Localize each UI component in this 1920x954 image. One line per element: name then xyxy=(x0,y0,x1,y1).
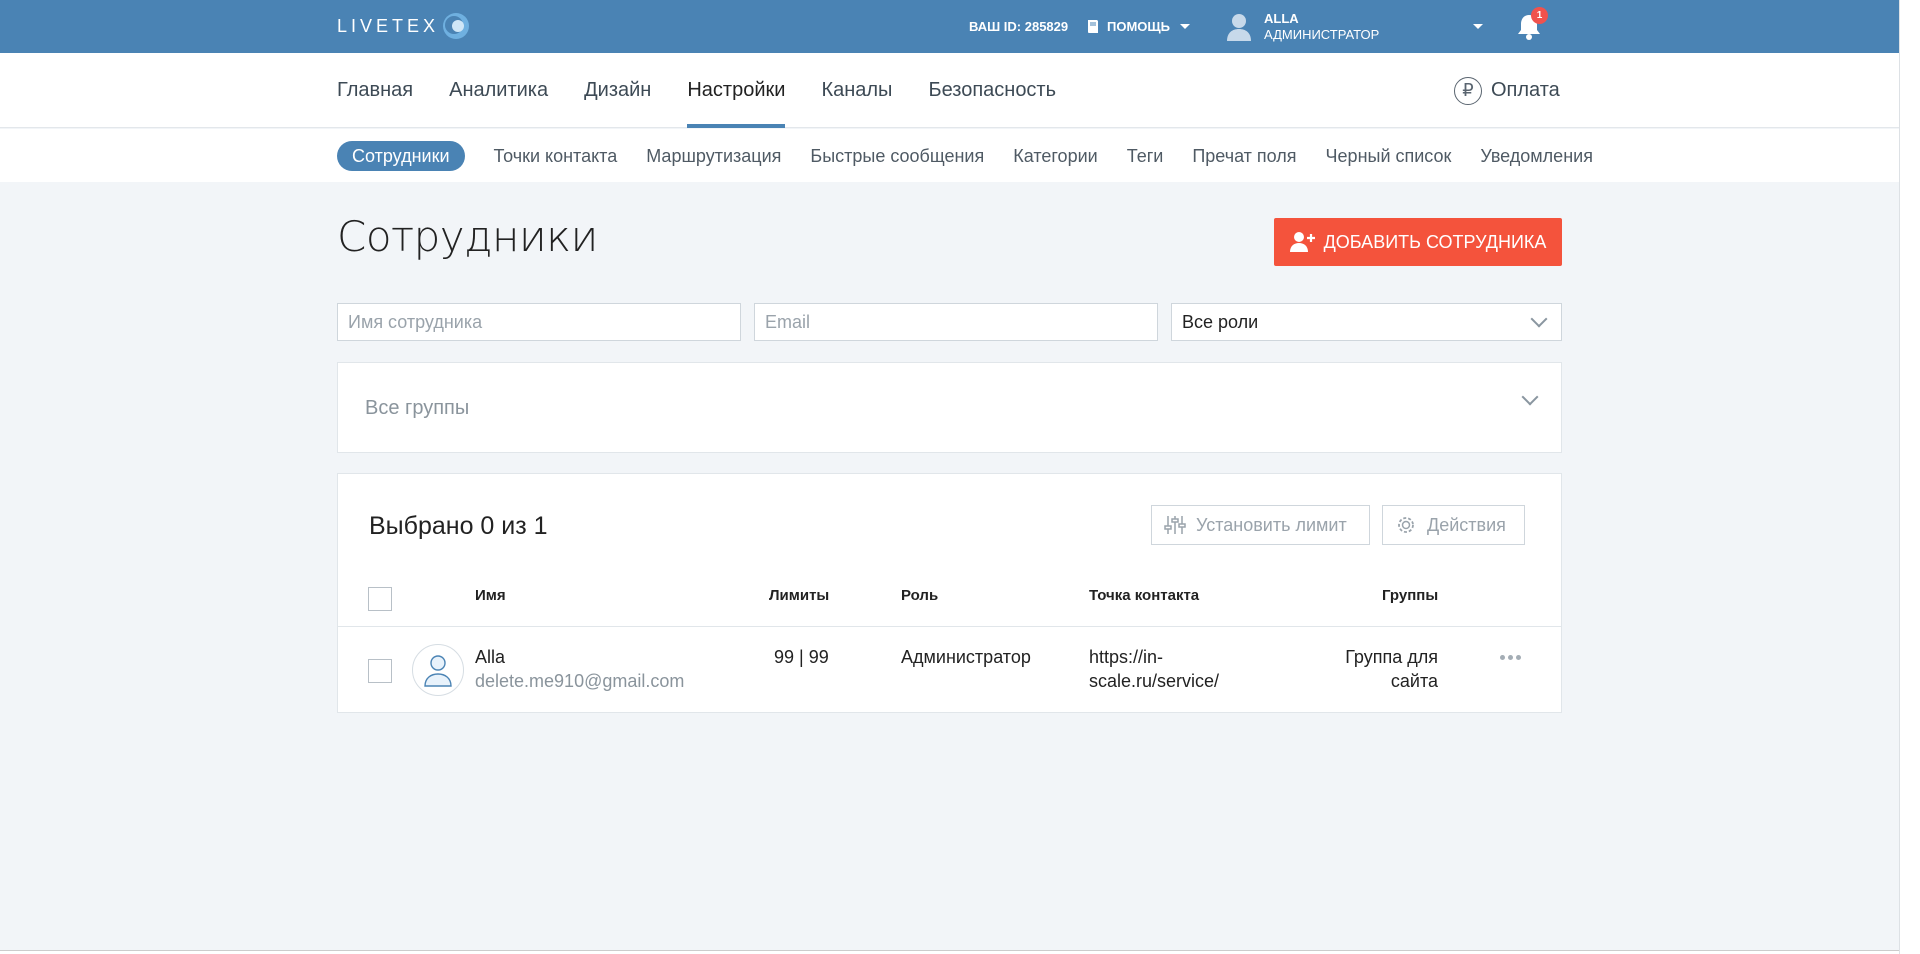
chevron-down-icon xyxy=(1530,310,1548,328)
employee-role: Администратор xyxy=(901,647,1031,667)
subnav-item-routing[interactable]: Маршрутизация xyxy=(646,146,781,167)
set-limit-label: Установить лимит xyxy=(1196,514,1347,535)
contact-point-line-2: scale.ru/service/ xyxy=(1089,671,1220,691)
nav-item-security[interactable]: Безопасность xyxy=(928,53,1056,128)
subnav-item-prechat-fields[interactable]: Пречат поля xyxy=(1192,146,1296,167)
employees-table-panel: Выбрано 0 из 1 Установить лимит Действия… xyxy=(337,473,1562,713)
email-input[interactable] xyxy=(754,303,1158,341)
employee-name[interactable]: Alla xyxy=(475,645,684,669)
settings-subnavigation: Сотрудники Точки контакта Маршрутизация … xyxy=(0,129,1899,182)
column-header-contact-point[interactable]: Точка контакта xyxy=(1089,587,1199,604)
table-divider xyxy=(338,626,1561,627)
user-menu[interactable]: ALLA АДМИНИСТРАТОР xyxy=(1226,0,1379,53)
payment-link[interactable]: ₽ Оплата xyxy=(1454,53,1560,128)
ruble-icon: ₽ xyxy=(1454,76,1482,105)
nav-item-channels[interactable]: Каналы xyxy=(821,53,892,128)
add-employee-label: ДОБАВИТЬ СОТРУДНИКА xyxy=(1323,231,1547,252)
column-header-limits[interactable]: Лимиты xyxy=(769,587,829,604)
logo-swirl-icon xyxy=(441,11,471,41)
groups-line-2: сайта xyxy=(1390,671,1438,691)
notification-badge: 1 xyxy=(1531,7,1548,24)
main-navigation: Главная Аналитика Дизайн Настройки Канал… xyxy=(0,53,1899,128)
actions-label: Действия xyxy=(1427,514,1506,535)
actions-button[interactable]: Действия xyxy=(1382,505,1525,545)
gear-icon xyxy=(1398,517,1414,533)
user-role: АДМИНИСТРАТОР xyxy=(1264,26,1380,42)
column-header-groups[interactable]: Группы xyxy=(1382,587,1438,604)
subnav-item-quick-messages[interactable]: Быстрые сообщения xyxy=(810,146,984,167)
role-select[interactable]: Все роли xyxy=(1171,303,1562,341)
user-menu-chevron-icon[interactable] xyxy=(1473,24,1483,29)
user-avatar-icon xyxy=(1227,13,1251,41)
add-employee-button[interactable]: ДОБАВИТЬ СОТРУДНИКА xyxy=(1274,218,1562,266)
select-all-checkbox[interactable] xyxy=(368,587,392,611)
row-checkbox[interactable] xyxy=(368,659,392,683)
subnav-item-employees[interactable]: Сотрудники xyxy=(337,141,465,171)
subnav-item-contact-points[interactable]: Точки контакта xyxy=(494,146,618,167)
help-label: ПОМОЩЬ xyxy=(1107,19,1170,34)
employee-avatar xyxy=(412,644,464,696)
payment-label: Оплата xyxy=(1491,79,1560,101)
sliders-icon xyxy=(1164,516,1186,534)
column-header-name[interactable]: Имя xyxy=(475,587,506,604)
subnav-item-tags[interactable]: Теги xyxy=(1127,146,1164,167)
nav-item-design[interactable]: Дизайн xyxy=(584,53,651,128)
page-title: Сотрудники xyxy=(337,212,598,261)
employee-limits: 99 | 99 xyxy=(774,647,829,667)
top-header: LIVETEX ВАШ ID: 285829 ПОМОЩЬ ALLA АДМИН… xyxy=(0,0,1899,53)
account-id: ВАШ ID: 285829 xyxy=(969,19,1069,34)
user-name: ALLA xyxy=(1264,10,1299,26)
subnav-item-notifications[interactable]: Уведомления xyxy=(1480,146,1593,167)
add-user-icon xyxy=(1289,232,1315,252)
logo-text: LIVETEX xyxy=(337,15,440,36)
role-select-value: Все роли xyxy=(1182,311,1259,332)
set-limit-button[interactable]: Установить лимит xyxy=(1151,505,1370,545)
nav-item-home[interactable]: Главная xyxy=(337,53,413,128)
groups-select-value: Все группы xyxy=(365,397,470,419)
selection-count: Выбрано 0 из 1 xyxy=(369,512,548,540)
groups-select[interactable]: Все группы xyxy=(337,362,1562,453)
groups-line-1: Группа для xyxy=(1345,647,1438,667)
subnav-item-blacklist[interactable]: Черный список xyxy=(1326,146,1452,167)
subnav-item-categories[interactable]: Категории xyxy=(1013,146,1097,167)
help-menu[interactable]: ПОМОЩЬ xyxy=(1085,0,1190,53)
nav-item-analytics[interactable]: Аналитика xyxy=(449,53,548,128)
chevron-down-icon xyxy=(1180,24,1190,29)
contact-point-line-1: https://in- xyxy=(1089,647,1164,667)
window-scrollbar[interactable] xyxy=(1899,0,1920,954)
row-more-options-icon[interactable] xyxy=(1500,655,1524,660)
book-icon xyxy=(1088,19,1098,33)
user-avatar-icon xyxy=(424,655,452,687)
employee-name-input[interactable] xyxy=(337,303,741,341)
column-header-role[interactable]: Роль xyxy=(901,587,938,604)
nav-item-settings[interactable]: Настройки xyxy=(687,53,786,128)
employee-email: delete.me910@gmail.com xyxy=(475,671,685,691)
chevron-down-icon xyxy=(1521,388,1539,406)
window-bottom-edge xyxy=(0,950,1899,954)
livetex-logo[interactable]: LIVETEX xyxy=(337,10,471,42)
